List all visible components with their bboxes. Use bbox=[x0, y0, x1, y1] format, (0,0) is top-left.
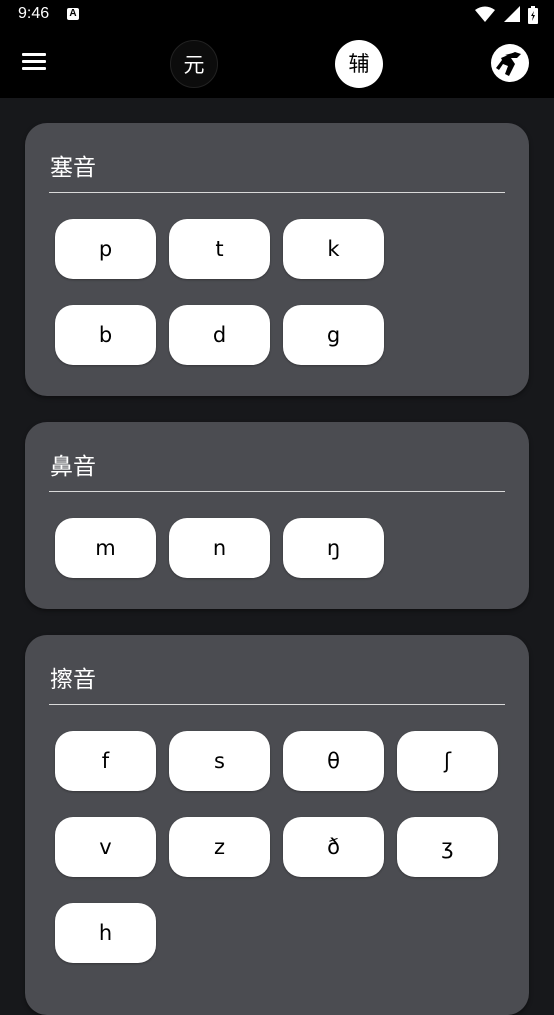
tab-consonants[interactable]: 辅 bbox=[335, 40, 383, 88]
phoneme-button[interactable]: ð bbox=[283, 817, 384, 877]
status-bar: 9:46 A bbox=[0, 0, 554, 30]
phoneme-button[interactable]: d bbox=[169, 305, 270, 365]
phoneme-button[interactable]: p bbox=[55, 219, 156, 279]
phoneme-button[interactable]: ʃ bbox=[397, 731, 498, 791]
divider bbox=[49, 192, 505, 193]
divider bbox=[49, 491, 505, 492]
section-title: 塞音 bbox=[50, 155, 96, 181]
phoneme-button[interactable]: n bbox=[169, 518, 270, 578]
section-plosives: 塞音 p t k b d g bbox=[25, 123, 529, 396]
phoneme-button[interactable]: b bbox=[55, 305, 156, 365]
runner-logo-icon[interactable] bbox=[491, 44, 529, 82]
phoneme-button[interactable]: h bbox=[55, 903, 156, 963]
phoneme-button[interactable]: m bbox=[55, 518, 156, 578]
phoneme-button[interactable]: k bbox=[283, 219, 384, 279]
tab-vowels[interactable]: 元 bbox=[170, 40, 218, 88]
phoneme-button[interactable]: s bbox=[169, 731, 270, 791]
battery-icon bbox=[528, 6, 538, 24]
status-icons bbox=[471, 6, 538, 24]
signal-icon bbox=[503, 6, 520, 22]
section-nasals: 鼻音 m n ŋ bbox=[25, 422, 529, 609]
phoneme-button[interactable]: θ bbox=[283, 731, 384, 791]
status-time: 9:46 bbox=[18, 5, 50, 22]
section-title: 鼻音 bbox=[50, 454, 96, 480]
phoneme-button[interactable]: g bbox=[283, 305, 384, 365]
section-title: 擦音 bbox=[50, 667, 96, 693]
phoneme-button[interactable]: z bbox=[169, 817, 270, 877]
phoneme-button[interactable]: ŋ bbox=[283, 518, 384, 578]
divider bbox=[49, 704, 505, 705]
phoneme-button[interactable]: f bbox=[55, 731, 156, 791]
notification-a-icon: A bbox=[67, 8, 79, 20]
app-bar: 元 辅 bbox=[0, 30, 554, 98]
menu-icon[interactable] bbox=[20, 50, 48, 78]
phoneme-button[interactable]: t bbox=[169, 219, 270, 279]
phoneme-button[interactable]: v bbox=[55, 817, 156, 877]
section-fricatives: 擦音 f s θ ʃ v z ð ʒ h bbox=[25, 635, 529, 1015]
wifi-icon bbox=[475, 6, 496, 22]
content: 塞音 p t k b d g 鼻音 m n ŋ 擦音 f s θ ʃ v z ð… bbox=[0, 98, 554, 1015]
phoneme-button[interactable]: ʒ bbox=[397, 817, 498, 877]
